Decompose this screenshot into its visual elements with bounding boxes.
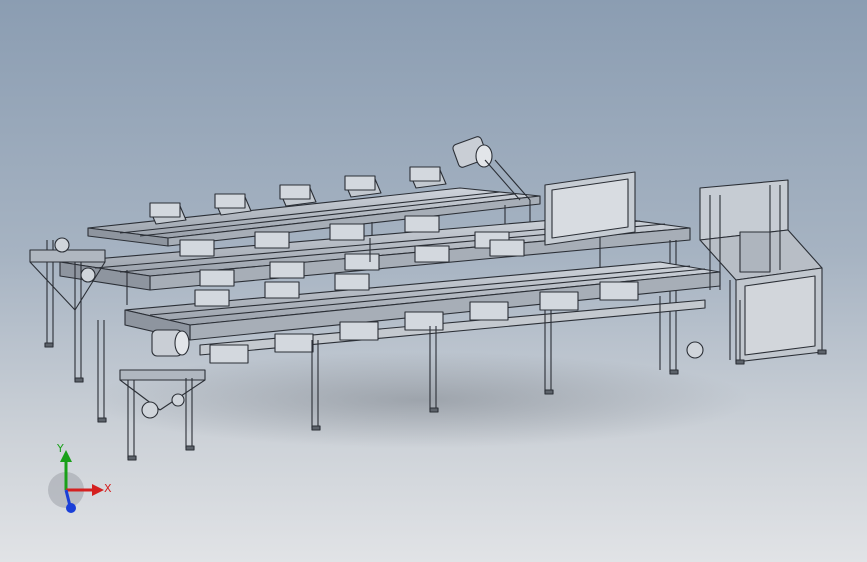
z-axis-tip-icon bbox=[66, 503, 76, 513]
ground-shadow bbox=[90, 352, 750, 448]
control-panel-cabinet[interactable] bbox=[544, 171, 636, 246]
y-axis-label: Y bbox=[56, 442, 64, 455]
x-axis-arrow-icon bbox=[92, 484, 104, 496]
conveyor-assembly-model[interactable] bbox=[0, 0, 867, 562]
graphics-viewport[interactable]: Y X bbox=[0, 0, 867, 562]
x-axis-label: X bbox=[104, 482, 112, 495]
coordinate-triad: Y X bbox=[48, 442, 112, 513]
motor-cylinder-front[interactable] bbox=[151, 329, 190, 357]
